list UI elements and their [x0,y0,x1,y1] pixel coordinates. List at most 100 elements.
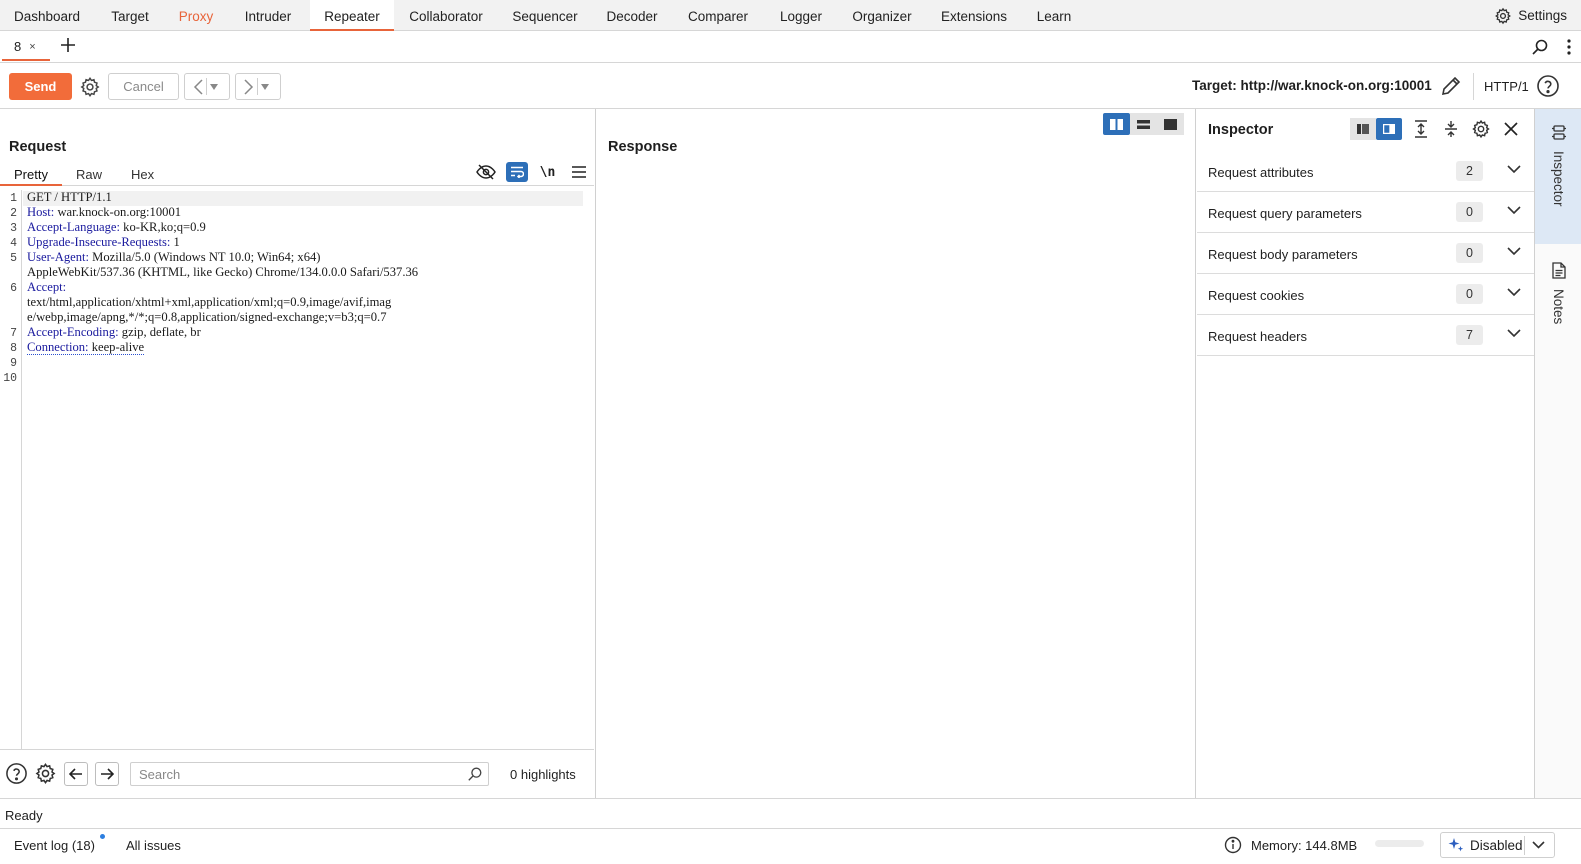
help-icon[interactable] [1536,74,1560,98]
nav-tab-proxy[interactable]: Proxy [170,0,222,31]
add-tab-plus-icon[interactable] [59,36,77,54]
event-log-button[interactable]: Event log (18) [14,838,95,853]
nav-tab-collaborator[interactable]: Collaborator [400,0,492,31]
gear-icon[interactable] [34,762,57,785]
line-number: 10 [3,372,17,385]
inspector-actions [1350,118,1526,140]
section-label: Request attributes [1208,165,1314,180]
section-count-badge: 0 [1456,284,1483,304]
inspector-panel: Inspector Request attributes 2 Request q… [1197,109,1534,798]
line-number: 8 [10,342,17,355]
response-panel: Response [597,109,1196,798]
ai-toggle-button[interactable]: Disabled [1440,832,1555,858]
tab-bar-actions [1531,38,1571,56]
hide-nonprintable-eye-off-icon[interactable] [470,161,501,183]
collapse-all-icon[interactable] [1436,118,1466,140]
dropdown-caret-icon[interactable] [210,83,218,91]
nav-tab-logger[interactable]: Logger [770,0,832,31]
inspector-section-request-headers[interactable]: Request headers 7 [1197,315,1534,356]
ai-state-label: Disabled [1470,837,1523,853]
request-editor[interactable]: 1 2 3 4 5 6 7 8 9 10 GET / HTTP/1.1 Host… [0,190,594,749]
settings-button[interactable]: Settings [1494,0,1567,31]
line-number: 9 [10,357,17,370]
code-line: Accept-Language: ko-KR,ko;q=0.9 [27,220,206,234]
inspector-icon [1551,125,1567,141]
close-icon[interactable] [1496,118,1526,140]
section-count-badge: 7 [1456,325,1483,345]
layout-stacked-icon[interactable] [1130,113,1157,135]
highlights-count: 0 highlights [510,767,576,782]
section-count-badge: 0 [1456,202,1483,222]
arrow-left-icon[interactable] [64,762,88,786]
edit-target-pencil-icon[interactable] [1439,74,1463,98]
help-icon[interactable] [5,762,28,785]
request-search-bar: 0 highlights [0,749,594,798]
chevron-down-icon[interactable] [1532,841,1545,849]
inspector-layout-left-icon[interactable] [1350,118,1376,140]
nav-tab-decoder[interactable]: Decoder [598,0,666,31]
inspector-settings-gear-icon[interactable] [1466,118,1496,140]
arrow-right-icon[interactable] [95,762,119,786]
layout-side-by-side-icon[interactable] [1103,113,1130,135]
search-input[interactable] [130,762,489,786]
sidebar-tab-notes[interactable]: Notes [1535,254,1581,354]
inspector-section-request-body-parameters[interactable]: Request body parameters 0 [1197,233,1534,274]
section-count-badge: 2 [1456,161,1483,181]
history-back-button[interactable] [184,73,230,100]
nav-tab-extensions[interactable]: Extensions [934,0,1014,31]
status-bar: Ready [0,798,1581,828]
nav-tab-dashboard[interactable]: Dashboard [4,0,90,31]
chevron-right-icon [244,78,254,95]
info-icon[interactable] [1224,836,1242,854]
top-navigation: Dashboard Target Proxy Intruder Repeater… [0,0,1581,31]
settings-label: Settings [1518,8,1567,23]
menu-icon[interactable] [563,161,594,183]
wrap-lines-icon[interactable] [501,161,532,183]
inspector-section-request-attributes[interactable]: Request attributes 2 [1197,151,1534,192]
sidebar-tab-label: Inspector [1551,151,1566,207]
sidebar-tab-inspector[interactable]: Inspector [1535,109,1581,244]
layout-tabbed-icon[interactable] [1157,113,1184,135]
nav-tab-intruder[interactable]: Intruder [232,0,304,31]
side-panel-strip: Inspector Notes [1534,109,1581,798]
inspector-header: Inspector [1197,109,1534,151]
line-number: 7 [10,327,17,340]
code-line: Upgrade-Insecure-Requests: 1 [27,235,180,249]
line-number: 2 [10,207,17,220]
tab-pretty[interactable]: Pretty [14,167,48,182]
show-newlines-toggle[interactable]: \n [532,161,563,183]
send-options-gear-icon[interactable] [77,73,103,100]
repeater-tab-8[interactable]: 8 × [2,34,50,61]
cancel-button[interactable]: Cancel [108,73,179,100]
history-forward-button[interactable] [235,73,281,100]
bottom-bar: Event log (18) All issues Memory: 144.8M… [0,828,1581,864]
nav-tab-sequencer[interactable]: Sequencer [504,0,586,31]
request-view-options: \n [470,161,594,183]
inspector-section-request-cookies[interactable]: Request cookies 0 [1197,274,1534,315]
inspector-section-request-query-parameters[interactable]: Request query parameters 0 [1197,192,1534,233]
chevron-left-icon [193,78,203,95]
memory-usage: Memory: 144.8MB [1251,838,1358,853]
http-version-selector[interactable]: HTTP/1 [1473,73,1529,100]
chevron-down-icon [1507,329,1521,338]
nav-tab-target[interactable]: Target [98,0,162,31]
request-panel: Request Pretty Raw Hex \n 1 2 3 4 5 6 7 … [0,109,596,798]
chevron-down-icon [1507,165,1521,174]
tab-raw[interactable]: Raw [76,167,102,182]
send-button[interactable]: Send [9,73,72,100]
nav-tab-learn[interactable]: Learn [1027,0,1081,31]
nav-tab-organizer[interactable]: Organizer [843,0,921,31]
expand-all-icon[interactable] [1406,118,1436,140]
nav-tab-comparer[interactable]: Comparer [679,0,757,31]
close-icon[interactable]: × [29,41,35,53]
dropdown-caret-icon[interactable] [261,83,269,91]
search-icon[interactable] [467,766,483,782]
inspector-layout-right-icon[interactable] [1376,118,1402,140]
tab-hex[interactable]: Hex [131,167,154,182]
more-vertical-icon[interactable] [1567,39,1571,55]
line-number: 6 [10,282,17,295]
all-issues-button[interactable]: All issues [126,838,181,853]
sparkle-icon [1448,837,1464,853]
nav-tab-repeater[interactable]: Repeater [310,0,394,31]
search-icon[interactable] [1531,38,1549,56]
